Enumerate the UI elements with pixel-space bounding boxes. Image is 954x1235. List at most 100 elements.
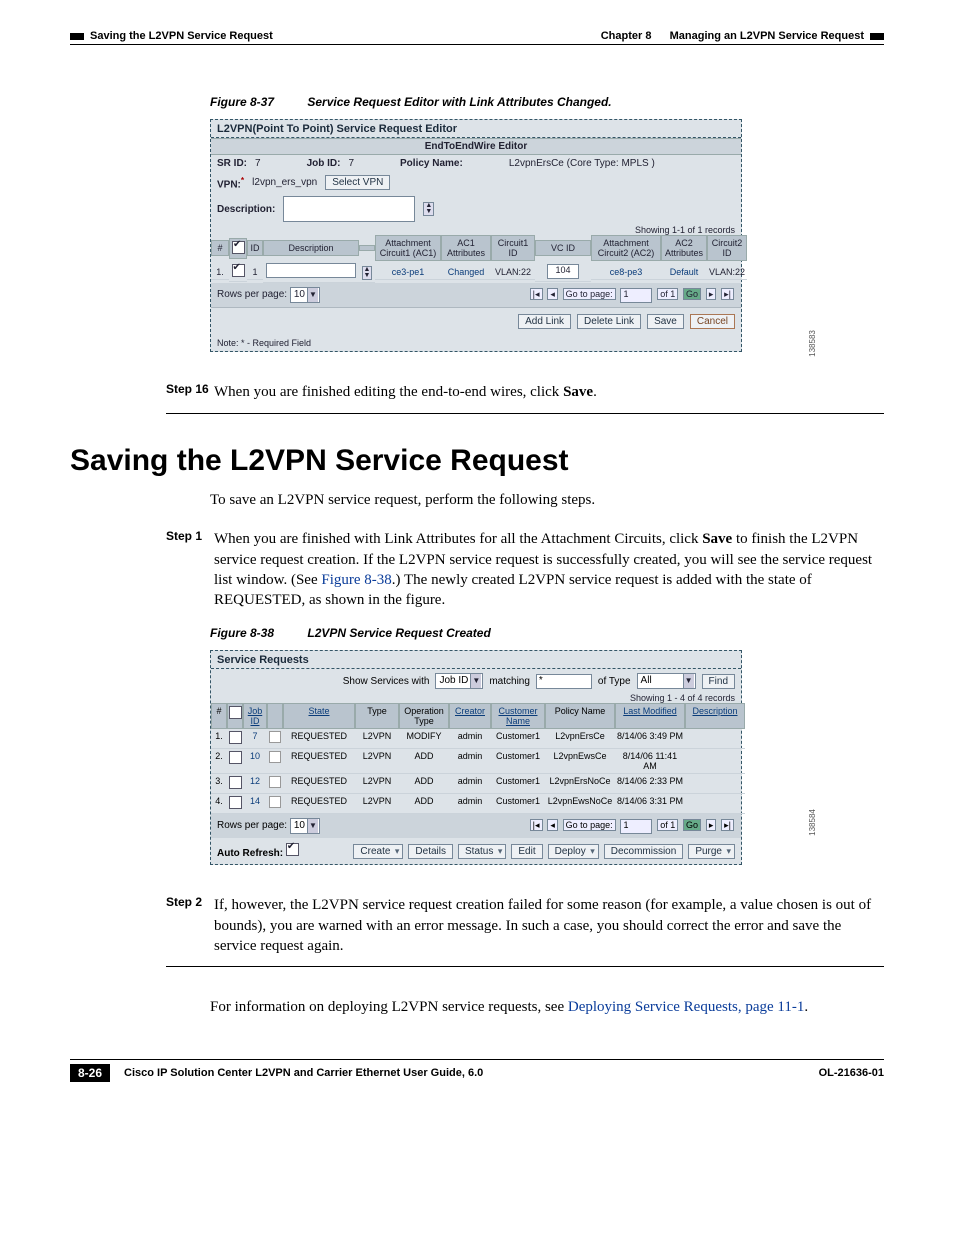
row-desc-input[interactable] — [266, 263, 356, 278]
goto-label: Go to page: — [563, 288, 616, 300]
lcol-desc[interactable]: Description — [685, 703, 745, 729]
cell-ac2[interactable]: ce8-pe3 — [591, 265, 661, 280]
lcell-creator: admin — [449, 794, 491, 814]
col-c1id: Circuit1 ID — [491, 235, 535, 261]
goto-input[interactable]: 1 — [620, 288, 652, 303]
lcell-jobid[interactable]: 12 — [243, 774, 267, 794]
footer-rule — [70, 1059, 884, 1060]
xref-fig-8-38[interactable]: Figure 8-38 — [321, 572, 391, 588]
required-note: Note: * - Required Field — [211, 335, 741, 351]
list-row-checkbox[interactable] — [229, 751, 242, 764]
pager-prev-icon[interactable]: ◂ — [547, 288, 558, 300]
list-grid-body: 1.7REQUESTEDL2VPNMODIFYadminCustomer1L2v… — [211, 729, 741, 814]
xref-deploying[interactable]: Deploying Service Requests, page 11-1 — [568, 999, 804, 1015]
rows-per-page-label: Rows per page: — [217, 289, 287, 300]
lcell-state: REQUESTED — [283, 729, 355, 749]
lcell-num: 2. — [211, 749, 227, 774]
select-vpn-button[interactable]: Select VPN — [325, 175, 390, 190]
of-type-label: of Type — [598, 676, 631, 687]
filter-row: Show Services with Job ID matching * of … — [211, 669, 741, 693]
create-button[interactable]: Create — [353, 844, 403, 859]
list-select-all-checkbox[interactable] — [229, 706, 242, 719]
auto-refresh-checkbox[interactable] — [286, 843, 299, 856]
lcell-customer: Customer1 — [491, 749, 545, 774]
header-section: Saving the L2VPN Service Request — [90, 30, 273, 42]
status-button[interactable]: Status — [458, 844, 506, 859]
list-row-checkbox[interactable] — [229, 796, 242, 809]
of-type-select[interactable]: All — [637, 673, 696, 689]
lcell-policy: L2vpnEwsNoCe — [545, 794, 615, 814]
list-row-checkbox[interactable] — [229, 776, 242, 789]
textarea-spinner[interactable]: ▲▼ — [423, 202, 434, 216]
step-1-block: Step 1 When you are finished with Link A… — [166, 529, 884, 610]
of-label: of 1 — [657, 288, 678, 300]
lcol-customer[interactable]: Customer Name — [491, 703, 545, 729]
col-ac1: Attachment Circuit1 (AC1) — [375, 235, 441, 261]
lcol-type: Type — [355, 703, 399, 729]
lcell-state: REQUESTED — [283, 774, 355, 794]
rows-per-page-select[interactable]: 10 — [290, 287, 320, 303]
add-link-button[interactable]: Add Link — [518, 314, 571, 329]
page-number-badge: 8-26 — [70, 1064, 110, 1082]
lcol-lastmod[interactable]: Last Modified — [615, 703, 685, 729]
form-row-description: Description: ▲▼ — [211, 193, 741, 225]
list-pager-first-icon[interactable]: |◂ — [530, 819, 543, 831]
list-rpp-select[interactable]: 10 — [290, 818, 320, 834]
lcell-op: ADD — [399, 774, 449, 794]
lcell-jobid[interactable]: 7 — [243, 729, 267, 749]
list-records-count: Showing 1 - 4 of 4 records — [211, 693, 741, 703]
lcell-policy: L2vpnEwsCe — [545, 749, 615, 774]
cell-ac1[interactable]: ce3-pe1 — [375, 265, 441, 280]
delete-link-button[interactable]: Delete Link — [577, 314, 641, 329]
description-textarea[interactable] — [283, 196, 415, 222]
lcell-color — [267, 774, 283, 794]
vcid-input[interactable]: 104 — [547, 264, 579, 279]
col-id: ID — [247, 240, 263, 256]
list-row: 1.7REQUESTEDL2VPNMODIFYadminCustomer1L2v… — [211, 729, 741, 749]
matching-input[interactable]: * — [536, 674, 592, 689]
pager-first-icon[interactable]: |◂ — [530, 288, 543, 300]
show-field-select[interactable]: Job ID — [435, 673, 483, 689]
cell-ac1attr[interactable]: Changed — [441, 265, 491, 280]
find-button[interactable]: Find — [702, 674, 735, 689]
decommission-button[interactable]: Decommission — [604, 844, 684, 859]
select-all-checkbox[interactable] — [232, 241, 245, 254]
list-go-button[interactable]: Go — [683, 819, 701, 831]
details-button[interactable]: Details — [408, 844, 453, 859]
cell-desc — [263, 261, 359, 283]
lcell-jobid[interactable]: 14 — [243, 794, 267, 814]
lcol-op: Operation Type — [399, 703, 449, 729]
row-checkbox[interactable] — [232, 264, 245, 277]
purge-button[interactable]: Purge — [688, 844, 735, 859]
list-pager-prev-icon[interactable]: ◂ — [547, 819, 558, 831]
row-spinner[interactable]: ▲▼ — [362, 266, 373, 280]
lcell-color — [267, 729, 283, 749]
edit-button[interactable]: Edit — [511, 844, 542, 859]
header-accent-right — [870, 33, 884, 40]
list-row-checkbox[interactable] — [229, 731, 242, 744]
editor-grid-header: # ID Description Attachment Circuit1 (AC… — [211, 235, 741, 261]
editor-pager: Rows per page: 10 |◂ ◂ Go to page: 1 of … — [211, 283, 741, 307]
lcell-op: MODIFY — [399, 729, 449, 749]
col-vcid: VC ID — [535, 240, 591, 256]
list-goto-input[interactable]: 1 — [620, 819, 652, 834]
form-row-ids: SR ID: 7 Job ID: 7 Policy Name: L2vpnErs… — [211, 155, 741, 172]
cancel-button[interactable]: Cancel — [690, 314, 735, 329]
lcell-jobid[interactable]: 10 — [243, 749, 267, 774]
lcol-jobid[interactable]: Job ID — [243, 703, 267, 729]
pager-next-icon[interactable]: ▸ — [706, 288, 717, 300]
lcell-select — [227, 774, 243, 794]
deploy-button[interactable]: Deploy — [548, 844, 599, 859]
cell-id: 1 — [247, 265, 263, 280]
step-2-label: Step 2 — [166, 895, 214, 956]
save-button[interactable]: Save — [647, 314, 684, 329]
list-pager-next-icon[interactable]: ▸ — [706, 819, 717, 831]
pager-last-icon[interactable]: ▸| — [721, 288, 734, 300]
lcol-creator[interactable]: Creator — [449, 703, 491, 729]
lcol-num: # — [211, 703, 227, 729]
go-button[interactable]: Go — [683, 288, 701, 300]
cell-ac2attr[interactable]: Default — [661, 265, 707, 280]
figure-title-38: L2VPN Service Request Created — [307, 626, 490, 640]
lcol-state[interactable]: State — [283, 703, 355, 729]
list-pager-last-icon[interactable]: ▸| — [721, 819, 734, 831]
